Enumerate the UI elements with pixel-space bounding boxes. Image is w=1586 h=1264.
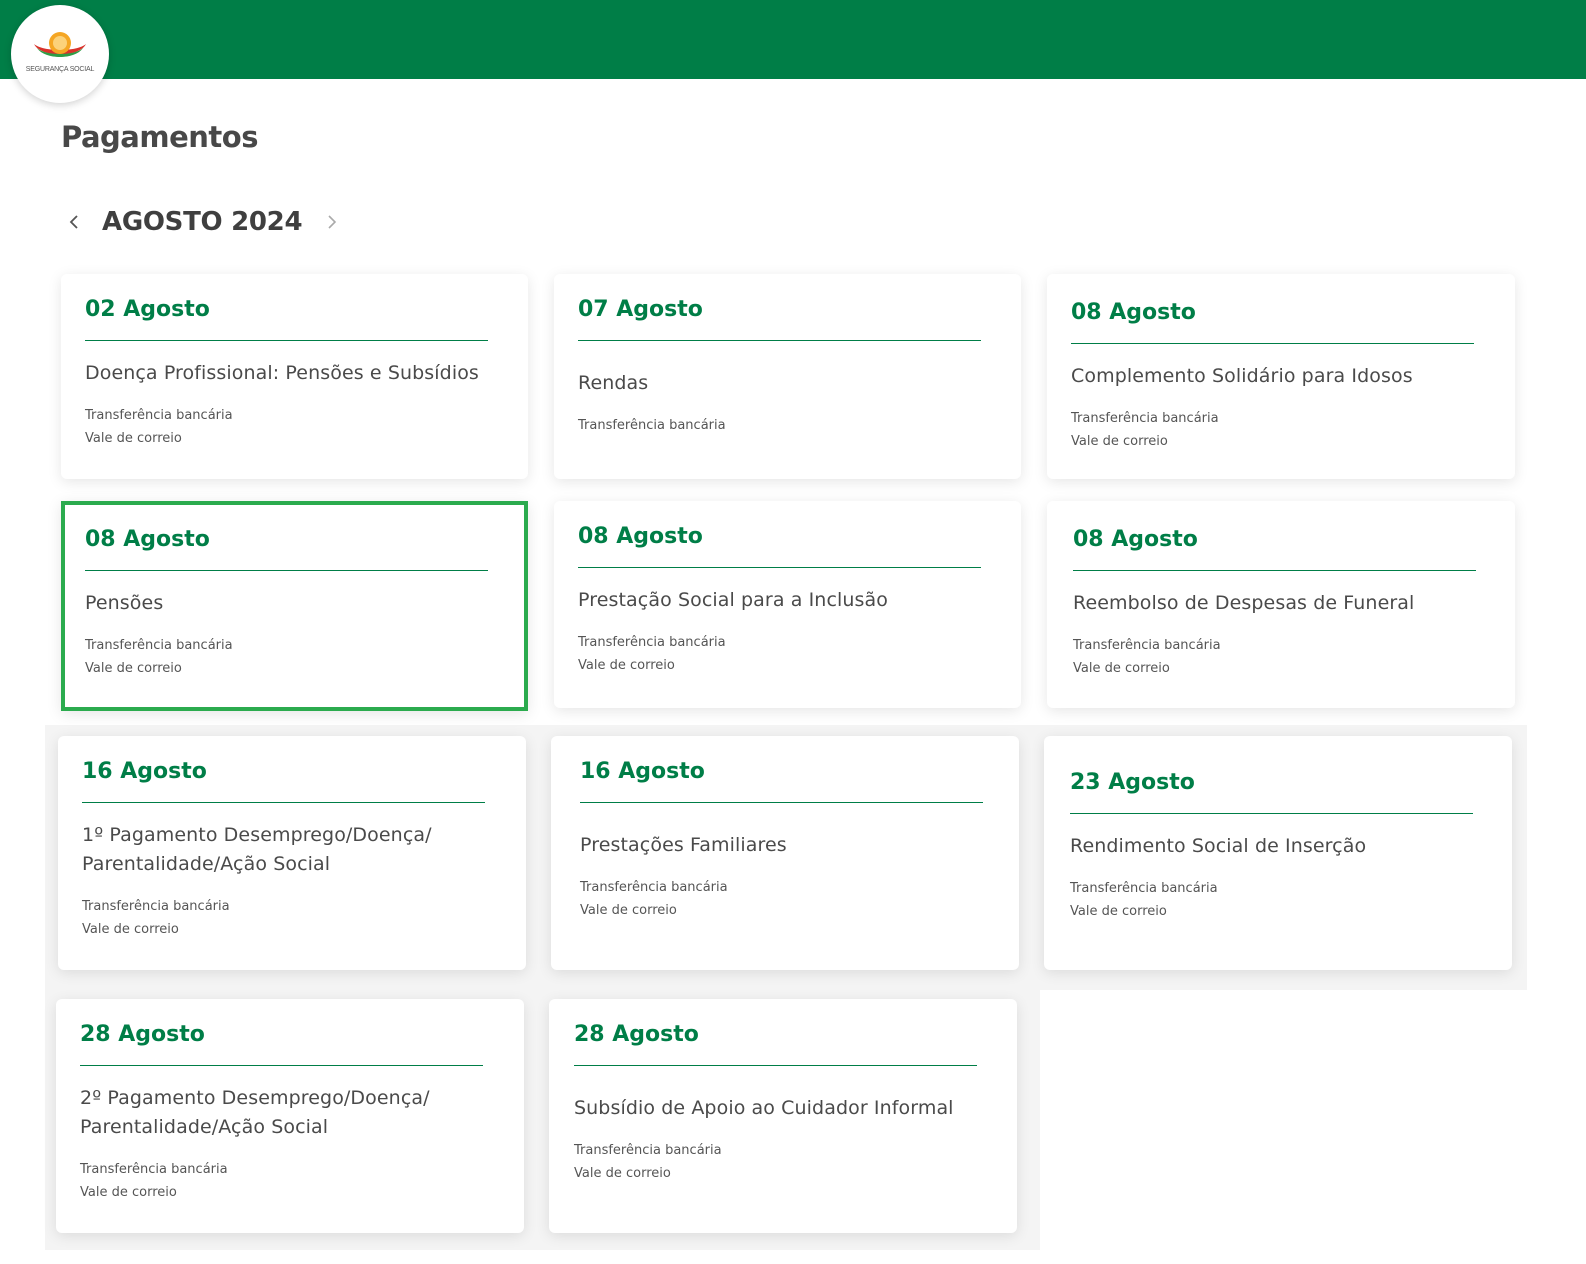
card-divider: [80, 1065, 483, 1066]
card-divider: [1070, 813, 1473, 814]
payment-card[interactable]: 02 Agosto Doença Profissional: Pensões e…: [61, 274, 528, 479]
card-divider: [1071, 343, 1474, 344]
payment-title: 2º Pagamento Desemprego/Doença/ Parental…: [80, 1087, 430, 1138]
payment-method: Transferência bancária: [574, 1143, 722, 1158]
payment-date: 08 Agosto: [85, 527, 210, 552]
payment-card[interactable]: 16 Agosto Prestações Familiares Transfer…: [551, 736, 1019, 970]
card-divider: [574, 1065, 977, 1066]
previous-month-button[interactable]: [60, 208, 88, 236]
payment-card-selected[interactable]: 08 Agosto Pensões Transferência bancária…: [61, 501, 528, 711]
payment-card[interactable]: 08 Agosto Complemento Solidário para Ido…: [1047, 274, 1515, 479]
month-label: AGOSTO 2024: [102, 207, 303, 237]
payment-date: 23 Agosto: [1070, 770, 1195, 795]
payment-methods: Transferência bancária Vale de correio: [1073, 634, 1515, 680]
payment-methods: Transferência bancária Vale de correio: [1071, 407, 1515, 453]
payment-methods: Transferência bancária: [578, 414, 1021, 437]
payment-method: Vale de correio: [1070, 904, 1167, 919]
payment-method: Transferência bancária: [80, 1162, 228, 1177]
payment-card[interactable]: 28 Agosto Subsídio de Apoio ao Cuidador …: [549, 999, 1017, 1233]
seguranca-social-logo[interactable]: SEGURANÇA SOCIAL: [11, 5, 109, 103]
payment-date: 28 Agosto: [574, 1022, 699, 1047]
payment-method: Vale de correio: [1073, 661, 1170, 676]
payment-card[interactable]: 08 Agosto Reembolso de Despesas de Funer…: [1047, 501, 1515, 708]
payment-method: Transferência bancária: [1073, 638, 1221, 653]
payment-method: Vale de correio: [82, 922, 179, 937]
top-header-bar: [0, 0, 1586, 79]
payment-method: Transferência bancária: [578, 635, 726, 650]
payment-date: 07 Agosto: [578, 297, 703, 322]
payment-card[interactable]: 16 Agosto 1º Pagamento Desemprego/Doença…: [58, 736, 526, 970]
seguranca-social-logo-icon: [34, 31, 86, 57]
payment-title: Complemento Solidário para Idosos: [1071, 365, 1413, 387]
payment-method: Transferência bancária: [85, 638, 233, 653]
payment-date: 02 Agosto: [85, 297, 210, 322]
chevron-right-icon: [328, 215, 337, 229]
payment-title: 1º Pagamento Desemprego/Doença/ Parental…: [82, 824, 432, 875]
card-divider: [578, 567, 981, 568]
payment-method: Transferência bancária: [1070, 881, 1218, 896]
payment-method: Vale de correio: [580, 903, 677, 918]
payment-method: Transferência bancária: [85, 408, 233, 423]
payment-card[interactable]: 08 Agosto Prestação Social para a Inclus…: [554, 501, 1021, 708]
payment-date: 08 Agosto: [578, 524, 703, 549]
chevron-left-icon: [69, 215, 78, 229]
payment-method: Vale de correio: [1071, 434, 1168, 449]
payment-title: Subsídio de Apoio ao Cuidador Informal: [574, 1097, 954, 1119]
payment-date: 08 Agosto: [1073, 527, 1198, 552]
page-title: Pagamentos: [61, 120, 258, 154]
card-divider: [578, 340, 981, 341]
payment-method: Vale de correio: [85, 431, 182, 446]
card-divider: [85, 570, 488, 571]
payment-method: Transferência bancária: [580, 880, 728, 895]
payment-method: Transferência bancária: [82, 899, 230, 914]
payment-methods: Transferência bancária Vale de correio: [574, 1139, 1017, 1185]
logo-text: SEGURANÇA SOCIAL: [25, 65, 95, 73]
payment-date: 28 Agosto: [80, 1022, 205, 1047]
payment-title: Rendas: [578, 372, 649, 394]
card-divider: [82, 802, 485, 803]
payment-title: Prestações Familiares: [580, 834, 787, 856]
payment-method: Vale de correio: [85, 661, 182, 676]
card-divider: [580, 802, 983, 803]
payment-method: Transferência bancária: [1071, 411, 1219, 426]
payment-methods: Transferência bancária Vale de correio: [578, 631, 1021, 677]
payment-methods: Transferência bancária Vale de correio: [80, 1158, 524, 1204]
month-navigation: AGOSTO 2024: [60, 202, 346, 242]
payment-title: Rendimento Social de Inserção: [1070, 835, 1367, 857]
payment-methods: Transferência bancária Vale de correio: [1070, 877, 1512, 923]
payment-methods: Transferência bancária Vale de correio: [85, 634, 524, 680]
payment-methods: Transferência bancária Vale de correio: [580, 876, 1019, 922]
payment-method: Transferência bancária: [578, 418, 726, 433]
payment-title: Pensões: [85, 592, 164, 614]
next-month-button[interactable]: [318, 208, 346, 236]
payment-method: Vale de correio: [578, 658, 675, 673]
payment-date: 08 Agosto: [1071, 300, 1196, 325]
payment-card[interactable]: 23 Agosto Rendimento Social de Inserção …: [1044, 736, 1512, 970]
payment-method: Vale de correio: [574, 1166, 671, 1181]
payment-methods: Transferência bancária Vale de correio: [85, 404, 528, 450]
payment-date: 16 Agosto: [82, 759, 207, 784]
payment-card[interactable]: 07 Agosto Rendas Transferência bancária: [554, 274, 1021, 479]
card-divider: [85, 340, 488, 341]
payment-title: Prestação Social para a Inclusão: [578, 589, 888, 611]
payment-methods: Transferência bancária Vale de correio: [82, 895, 526, 941]
card-divider: [1073, 570, 1476, 571]
payment-title: Doença Profissional: Pensões e Subsídios: [85, 362, 479, 384]
payment-date: 16 Agosto: [580, 759, 705, 784]
payment-title: Reembolso de Despesas de Funeral: [1073, 592, 1415, 614]
payment-card[interactable]: 28 Agosto 2º Pagamento Desemprego/Doença…: [56, 999, 524, 1233]
payment-method: Vale de correio: [80, 1185, 177, 1200]
